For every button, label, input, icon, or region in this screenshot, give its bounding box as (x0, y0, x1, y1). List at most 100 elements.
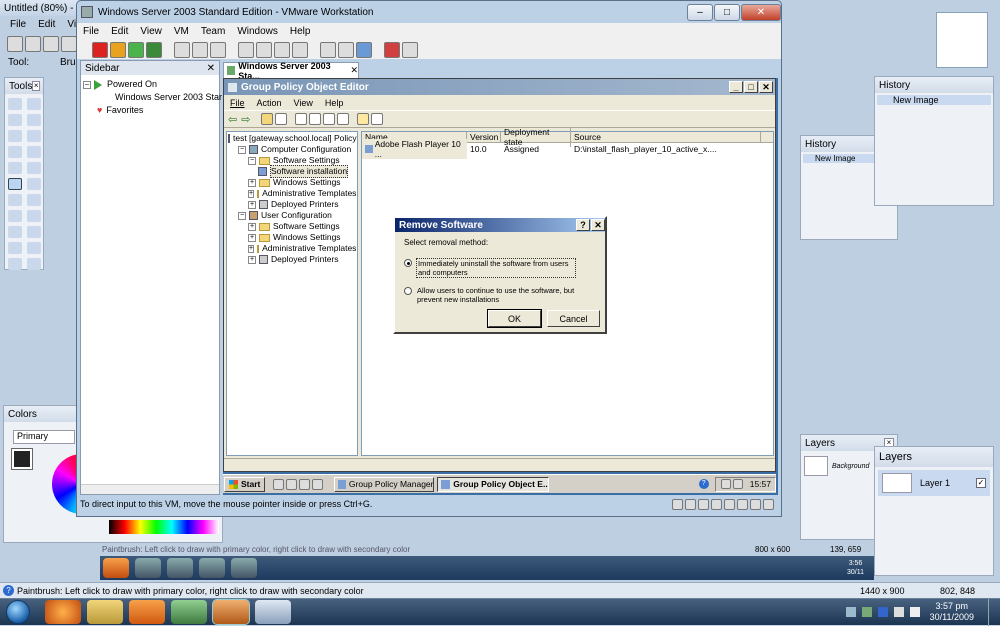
back-icon[interactable]: ⇦ (228, 113, 237, 126)
zoom-icon[interactable] (27, 130, 41, 142)
recolor-icon[interactable] (27, 210, 41, 222)
col-source[interactable]: Source (571, 132, 761, 142)
expand-icon[interactable]: + (248, 233, 256, 242)
maximize-button[interactable]: □ (714, 3, 740, 21)
tree-item[interactable]: + Deployed Printers (228, 199, 356, 210)
minimize-button[interactable]: – (687, 3, 713, 21)
clone-stamp-icon[interactable] (8, 210, 22, 222)
ellipse-icon[interactable] (8, 258, 22, 270)
option-allow[interactable]: Allow users to continue to use the softw… (404, 286, 594, 304)
tree-item[interactable]: + Windows Settings (228, 177, 356, 188)
paint-menu-edit[interactable]: Edit (32, 19, 61, 30)
record-icon[interactable] (402, 41, 418, 58)
media-player-icon[interactable] (129, 600, 165, 624)
tree-item[interactable]: + Windows Settings (228, 232, 356, 243)
powered-on-group[interactable]: – Powered On (83, 78, 217, 91)
guest-screen[interactable]: Group Policy Object Editor _ □ ✕ File Ac… (223, 78, 778, 495)
expand-icon[interactable]: + (248, 255, 256, 264)
team-icon[interactable] (384, 41, 400, 58)
magic-wand-icon[interactable] (8, 146, 22, 158)
color-picker-icon[interactable] (27, 194, 41, 206)
move-selection-icon[interactable] (27, 114, 41, 126)
primary-select[interactable]: Primary (13, 430, 75, 444)
quicklaunch-icon[interactable] (312, 478, 324, 490)
task-gpm[interactable]: Group Policy Management (334, 476, 435, 492)
copy-icon[interactable] (295, 113, 308, 125)
layer-visible-checkbox[interactable]: ✓ (976, 478, 986, 488)
export-icon[interactable] (337, 113, 350, 125)
collapse-icon[interactable]: − (248, 156, 256, 165)
save-icon[interactable] (43, 36, 59, 52)
primary-color-swatch[interactable] (11, 448, 33, 470)
paint-net-icon[interactable] (255, 600, 291, 624)
eraser-icon[interactable] (27, 178, 41, 190)
appliance-view-icon[interactable] (356, 41, 372, 58)
vmware-task-icon[interactable] (212, 599, 250, 625)
tree-item[interactable]: + Administrative Templates (228, 243, 356, 254)
vmware-menu-edit[interactable]: Edit (105, 26, 134, 37)
paintbrush-icon[interactable] (8, 178, 22, 190)
expand-icon[interactable]: + (248, 222, 256, 231)
tree-item[interactable]: − Computer Configuration (228, 144, 356, 155)
gpo-menu-view[interactable]: View (288, 98, 319, 108)
expand-icon[interactable]: + (248, 200, 256, 209)
collapse-icon[interactable]: − (238, 211, 246, 220)
device-icon[interactable] (750, 498, 761, 510)
vmware-menu-file[interactable]: File (77, 26, 105, 37)
mmc-icon[interactable] (371, 113, 384, 125)
new-icon[interactable] (7, 36, 23, 52)
vmware-menu-windows[interactable]: Windows (231, 26, 284, 37)
explorer-icon[interactable] (87, 600, 123, 624)
rectangle-icon[interactable] (8, 242, 22, 254)
refresh-icon[interactable] (323, 113, 336, 125)
gpo-menu-file[interactable]: File (224, 98, 251, 108)
lasso-icon[interactable] (8, 114, 22, 126)
snapshot-icon[interactable] (174, 41, 190, 58)
text-icon[interactable] (8, 226, 22, 238)
device-icon[interactable] (672, 498, 683, 510)
taskbar-app-icon[interactable] (167, 558, 193, 578)
line-icon[interactable] (27, 226, 41, 238)
close-button[interactable]: ✕ (759, 81, 773, 93)
help-tray-icon[interactable]: ? (698, 479, 709, 489)
vmware-menu-view[interactable]: View (134, 26, 168, 37)
device-icon[interactable] (763, 498, 774, 510)
expand-icon[interactable]: + (248, 178, 256, 187)
tree-item[interactable]: + Deployed Printers (228, 254, 356, 265)
option-uninstall[interactable]: Immediately uninstall the software from … (404, 258, 584, 278)
close-button[interactable]: ✕ (741, 3, 781, 21)
close-button[interactable]: ✕ (591, 219, 605, 231)
layer-1[interactable]: Layer 1 ✓ (878, 470, 990, 496)
users-icon[interactable] (171, 600, 207, 624)
device-icon[interactable] (724, 498, 735, 510)
up-folder-icon[interactable] (261, 113, 274, 125)
taskbar-app-icon[interactable] (231, 558, 257, 578)
network-tray-icon[interactable] (845, 607, 856, 617)
forward-icon[interactable]: ⇨ (241, 113, 250, 126)
tree-item[interactable]: − User Configuration (228, 210, 356, 221)
power-on-icon[interactable] (128, 41, 144, 58)
quick-switch-icon[interactable] (256, 41, 272, 58)
vmware-menu-vm[interactable]: VM (168, 26, 195, 37)
tree-item[interactable]: + Software Settings (228, 221, 356, 232)
tree-item[interactable]: + Administrative Templates (228, 188, 356, 199)
host-clock[interactable]: 3:57 pm 30/11/2009 (930, 601, 974, 623)
rectangle-select-icon[interactable] (8, 98, 22, 110)
col-version[interactable]: Version (467, 132, 501, 142)
network-tray-icon[interactable] (720, 479, 731, 489)
taskbar-app-icon[interactable] (199, 558, 225, 578)
tree-item[interactable]: Software installation (228, 165, 356, 178)
sidebar-close-icon[interactable]: ✕ (207, 63, 215, 74)
start-button[interactable]: Start (224, 476, 266, 492)
minimize-button[interactable]: _ (729, 81, 743, 93)
sidebar-scrollbar[interactable] (81, 484, 219, 494)
security-tray-icon[interactable] (861, 607, 872, 617)
volume-tray-icon[interactable] (909, 607, 920, 617)
radio-unselected[interactable] (404, 287, 412, 295)
revert-icon[interactable] (192, 41, 208, 58)
gradient-icon[interactable] (27, 162, 41, 174)
quicklaunch-icon[interactable] (286, 478, 298, 490)
bluetooth-tray-icon[interactable] (877, 607, 888, 617)
freeform-icon[interactable] (27, 258, 41, 270)
volume-tray-icon[interactable] (732, 479, 743, 489)
